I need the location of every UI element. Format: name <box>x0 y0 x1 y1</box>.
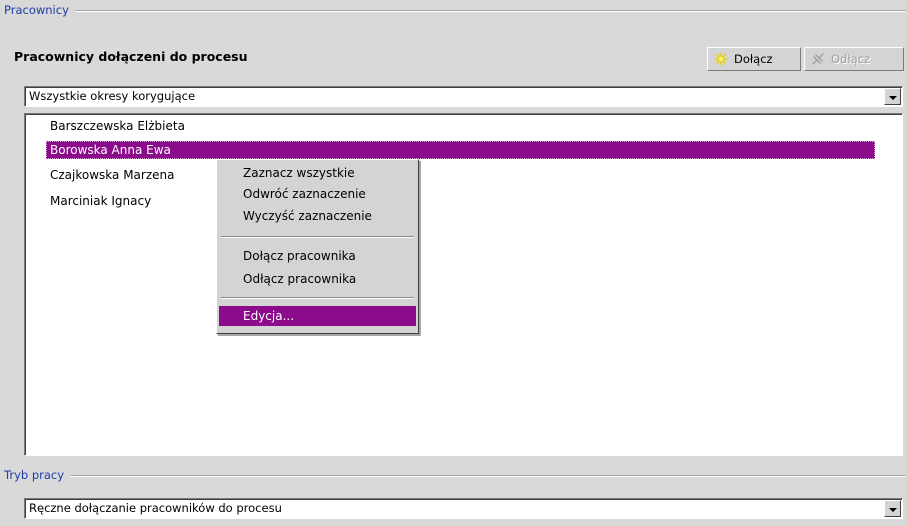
disconnect-icon <box>811 52 825 66</box>
work-mode-combobox[interactable]: Ręczne dołączanie pracowników do procesu <box>24 498 903 519</box>
list-item[interactable]: Czajkowska Marzena <box>46 166 174 184</box>
employees-group-label: Pracownicy <box>4 3 75 17</box>
work-mode-dropdown-button[interactable] <box>884 500 901 517</box>
menu-item-detach-employee[interactable]: Odłącz pracownika <box>219 269 416 289</box>
detach-button[interactable]: Odłącz <box>804 47 904 71</box>
menu-separator <box>221 236 414 238</box>
context-menu: Zaznacz wszystkie Odwróć zaznaczenie Wyc… <box>216 159 419 334</box>
list-item-selected[interactable]: Borowska Anna Ewa <box>46 141 875 159</box>
work-mode-group-divider <box>66 475 906 477</box>
attach-button-label: Dołącz <box>734 52 773 66</box>
period-dropdown-button[interactable] <box>884 88 901 105</box>
menu-separator <box>221 297 414 299</box>
chevron-down-icon <box>888 95 897 100</box>
employees-group-divider <box>60 10 906 12</box>
menu-item-invert-selection[interactable]: Odwróć zaznaczenie <box>219 184 416 204</box>
work-mode-combobox-value: Ręczne dołączanie pracowników do procesu <box>29 501 282 515</box>
chevron-down-icon <box>888 507 897 512</box>
detach-button-label: Odłącz <box>831 52 871 66</box>
section-title: Pracownicy dołączeni do procesu <box>14 49 248 64</box>
menu-item-select-all[interactable]: Zaznacz wszystkie <box>219 163 416 183</box>
menu-item-edit[interactable]: Edycja... <box>219 306 416 326</box>
menu-item-attach-employee[interactable]: Dołącz pracownika <box>219 246 416 266</box>
period-combobox[interactable]: Wszystkie okresy korygujące <box>24 86 903 107</box>
asterisk-icon <box>714 52 728 66</box>
list-item[interactable]: Barszczewska Elżbieta <box>46 117 185 135</box>
list-item[interactable]: Marciniak Ignacy <box>46 192 151 210</box>
work-mode-group-label: Tryb pracy <box>4 468 71 482</box>
employee-list[interactable]: Barszczewska Elżbieta Borowska Anna Ewa … <box>24 113 903 456</box>
period-combobox-value: Wszystkie okresy korygujące <box>29 89 196 103</box>
menu-item-clear-selection[interactable]: Wyczyść zaznaczenie <box>219 206 416 226</box>
attach-button[interactable]: Dołącz <box>707 47 801 71</box>
